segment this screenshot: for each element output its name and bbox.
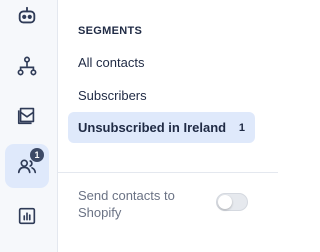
segment-label: Subscribers xyxy=(78,88,147,103)
shopify-toggle[interactable] xyxy=(216,193,248,211)
segments-heading: SEGMENTS xyxy=(78,25,143,37)
segment-label: Unsubscribed in Ireland xyxy=(78,120,227,135)
contacts-badge: 1 xyxy=(30,148,44,162)
segment-subscribers[interactable]: Subscribers xyxy=(68,80,255,111)
shopify-toggle-label: Send contacts to Shopify xyxy=(78,188,175,220)
segment-all-contacts[interactable]: All contacts xyxy=(68,47,255,78)
divider xyxy=(58,172,278,173)
icon-rail: 1 xyxy=(0,0,58,252)
segments-panel: SEGMENTS All contacts Subscribers Unsubs… xyxy=(58,0,278,252)
app: 1 SEGMENTS All contacts Subscribers Unsu… xyxy=(0,0,278,252)
rail-item-reports[interactable] xyxy=(5,194,49,238)
segment-count: 1 xyxy=(238,121,245,134)
rail-item-bot[interactable] xyxy=(5,0,49,38)
rail-item-messages[interactable] xyxy=(5,93,49,137)
rail-item-contacts[interactable]: 1 xyxy=(5,144,49,188)
segment-label: All contacts xyxy=(78,55,145,70)
robot-icon xyxy=(18,6,36,24)
toggle-knob[interactable] xyxy=(218,195,232,209)
segment-unsubscribed-ireland[interactable]: Unsubscribed in Ireland 1 xyxy=(68,112,255,143)
hierarchy-icon xyxy=(17,56,37,76)
envelope-icon xyxy=(17,107,35,125)
rail-item-workflows[interactable] xyxy=(5,44,49,88)
bar-chart-icon xyxy=(18,207,36,225)
